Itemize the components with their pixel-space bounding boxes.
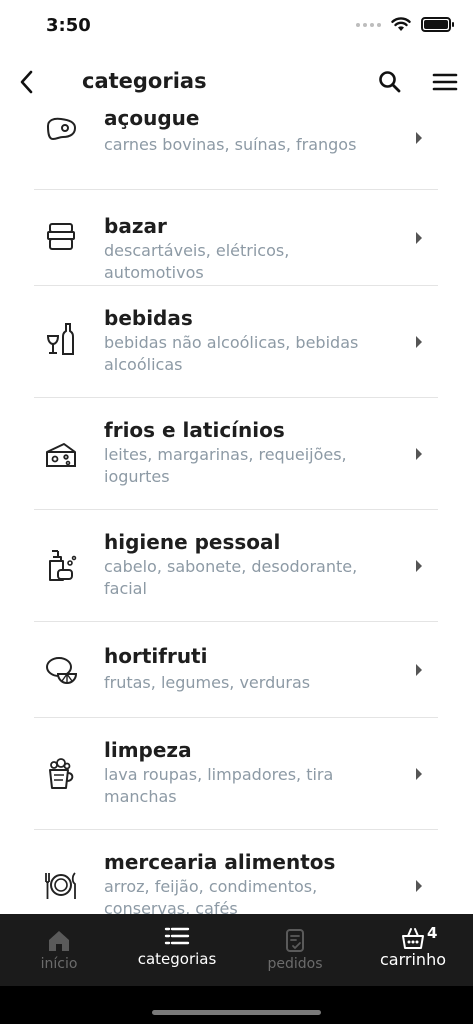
category-description: carnes bovinas, suínas, frangos [104,135,357,154]
header: categorias [0,56,473,108]
chevron-left-icon [20,70,33,94]
category-name: hortifruti [104,644,208,668]
home-indicator[interactable] [152,1010,321,1015]
category-name: mercearia alimentos [104,850,336,874]
container-box-icon [47,223,75,250]
lemon-icon [46,657,78,684]
wine-bottle-glass-icon [46,323,74,355]
category-description: cabelo, sabonete, desodorante, facial [104,557,358,598]
nav-item-inicio[interactable]: início [0,914,118,986]
category-name: bazar [104,214,167,238]
cart-count-badge: 4 [427,924,438,942]
category-name: bebidas [104,306,193,330]
receipt-check-icon [286,929,304,952]
battery-icon [421,17,454,32]
plate-cutlery-icon [45,872,76,899]
caret-right-icon [416,448,422,460]
caret-right-icon [416,560,422,572]
cheese-icon [46,443,76,467]
category-description: leites, margarinas, requeijões, iogurtes [104,445,347,486]
home-icon [49,931,69,951]
status-icons [356,17,454,32]
category-description: lava roupas, limpadores, tira manchas [104,765,334,806]
category-description: descartáveis, elétricos, automotivos [104,241,290,282]
cleaning-bucket-icon [49,758,74,789]
back-button[interactable] [12,66,42,98]
search-button[interactable] [376,68,404,96]
category-list[interactable]: açougue carnes bovinas, suínas, frangos … [0,108,473,914]
page-title: categorias [82,69,207,93]
category-item-mercearia-alimentos[interactable]: mercearia alimentos arroz, feijão, condi… [34,830,438,914]
category-name: frios e laticínios [104,418,285,442]
category-description: bebidas não alcoólicas, bebidas alcoólic… [104,333,359,374]
nav-item-categorias[interactable]: categorias [118,914,236,986]
category-item-frios-e-laticinios[interactable]: frios e laticínios leites, margarinas, r… [34,398,438,510]
category-item-hortifruti[interactable]: hortifruti frutas, legumes, verduras [34,622,438,718]
caret-right-icon [416,336,422,348]
category-description: arroz, feijão, condimentos, conservas, c… [104,877,318,914]
category-name: açougue [104,108,200,130]
nav-label: pedidos [267,956,323,972]
caret-right-icon [416,664,422,676]
category-name: limpeza [104,738,192,762]
meat-steak-icon [46,117,77,141]
caret-right-icon [416,768,422,780]
wifi-icon [391,17,411,31]
list-icon [164,927,190,945]
caret-right-icon [416,880,422,892]
caret-right-icon [416,232,422,244]
shopping-basket-icon [402,928,424,949]
category-item-limpeza[interactable]: limpeza lava roupas, limpadores, tira ma… [34,718,438,830]
status-time: 3:50 [46,15,91,36]
bottom-nav: início categorias pedidos 4 carrinho [0,914,473,986]
category-description: frutas, legumes, verduras [104,673,311,692]
soap-dispenser-icon [49,550,77,581]
nav-item-pedidos[interactable]: pedidos [236,914,354,986]
nav-label: categorias [137,950,217,968]
category-item-acougue[interactable]: açougue carnes bovinas, suínas, frangos [34,108,438,190]
signal-icon [356,22,381,27]
category-name: higiene pessoal [104,530,281,554]
nav-item-carrinho[interactable]: 4 carrinho [354,914,472,986]
nav-label: início [40,956,78,972]
search-icon [379,71,401,93]
status-bar: 3:50 [0,0,473,52]
category-item-bazar[interactable]: bazar descartáveis, elétricos, automotiv… [34,190,438,286]
caret-right-icon [416,132,422,144]
hamburger-menu-icon [432,73,458,91]
nav-label: carrinho [380,950,446,969]
category-item-higiene-pessoal[interactable]: higiene pessoal cabelo, sabonete, desodo… [34,510,438,622]
menu-button[interactable] [431,68,459,96]
home-indicator-area [0,986,473,1024]
category-item-bebidas[interactable]: bebidas bebidas não alcoólicas, bebidas … [34,286,438,398]
